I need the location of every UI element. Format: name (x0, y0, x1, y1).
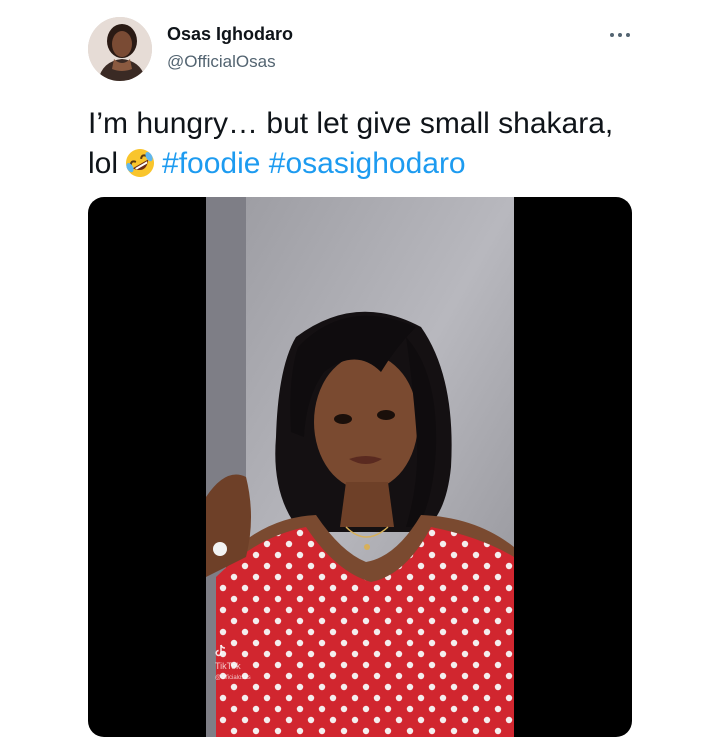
tweet-text-line-2: lol #foodie #osasighodaro (88, 144, 648, 190)
more-options-button[interactable] (604, 21, 636, 49)
tiktok-watermark: TikTok @officialosas (215, 644, 251, 683)
video-thumbnail-image (206, 197, 514, 737)
author-display-name[interactable]: Osas Ighodaro (167, 23, 293, 45)
tiktok-logo-icon (215, 644, 226, 657)
tweet-text-line-1: I’m hungry… but let give small shakara, (88, 107, 614, 140)
tweet-text: I’m hungry… but let give small shakara, … (88, 104, 648, 190)
tiktok-username: @officialosas (215, 675, 251, 681)
tweet-card: Osas Ighodaro @OfficialOsas I’m hungry… … (0, 0, 720, 737)
video-frame (206, 197, 514, 737)
hashtag-link-foodie[interactable]: #foodie (162, 147, 260, 180)
tiktok-brand-label: TikTok (215, 661, 241, 671)
author-handle[interactable]: @OfficialOsas (167, 51, 276, 73)
author-avatar[interactable] (88, 17, 152, 81)
hashtag-link-osasighodaro[interactable]: #osasighodaro (269, 147, 466, 180)
more-horizontal-icon (610, 33, 630, 37)
rolling-laughing-emoji-icon (124, 147, 156, 190)
avatar-photo (88, 17, 152, 81)
tweet-text-lol: lol (88, 147, 119, 180)
tweet-media-video[interactable]: TikTok @officialosas (88, 197, 632, 737)
